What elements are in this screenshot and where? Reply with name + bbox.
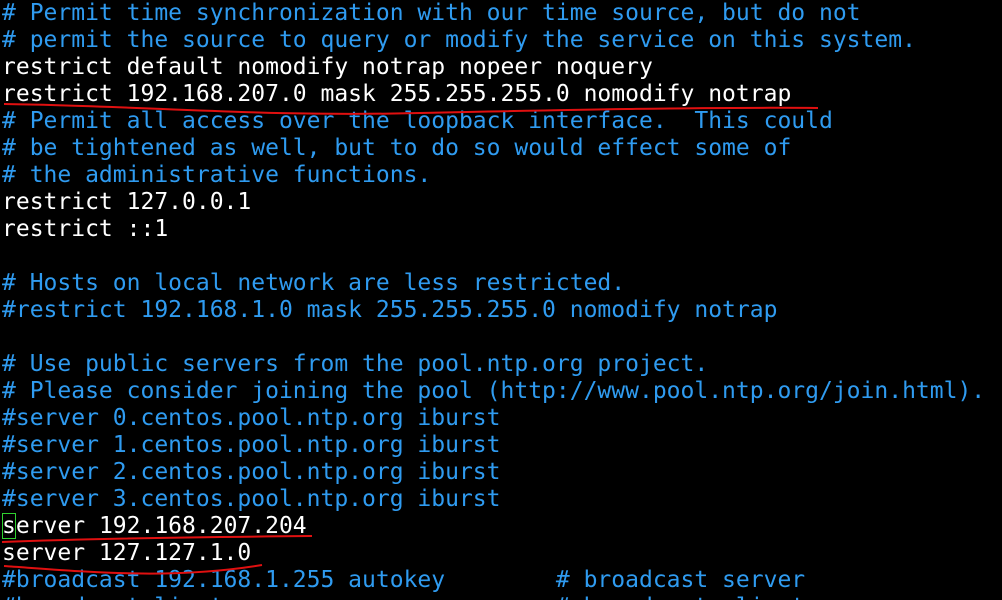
comment-line: #broadcast 192.168.1.255 autokey # broad… — [2, 567, 806, 593]
comment-line: #server 2.centos.pool.ntp.org iburst — [2, 459, 501, 485]
config-line: restrict default nomodify notrap nopeer … — [2, 54, 653, 80]
terminal-editor[interactable]: # Permit time synchronization with our t… — [0, 0, 1002, 600]
config-line: restrict 192.168.207.0 mask 255.255.255.… — [2, 81, 792, 107]
config-line: restrict 127.0.0.1 — [2, 189, 252, 215]
config-line: server 192.168.207.204 — [2, 513, 307, 540]
comment-line: # the administrative functions. — [2, 162, 432, 188]
text-cursor: s — [2, 513, 16, 539]
comment-line: # Permit all access over the loopback in… — [2, 108, 833, 134]
comment-line: #server 1.centos.pool.ntp.org iburst — [2, 432, 501, 458]
comment-line: # be tightened as well, but to do so wou… — [2, 135, 792, 161]
comment-line: #server 0.centos.pool.ntp.org iburst — [2, 405, 501, 431]
line-text: erver 192.168.207.204 — [15, 513, 307, 539]
comment-line: # Please consider joining the pool (http… — [2, 378, 986, 404]
comment-line: # Hosts on local network are less restri… — [2, 270, 626, 296]
comment-line: #restrict 192.168.1.0 mask 255.255.255.0… — [2, 297, 778, 323]
comment-line: # Use public servers from the pool.ntp.o… — [2, 351, 709, 377]
comment-line: # Permit time synchronization with our t… — [2, 0, 861, 26]
comment-line: # permit the source to query or modify t… — [2, 27, 916, 53]
config-line: restrict ::1 — [2, 216, 169, 242]
comment-line: #broadcastclient # broadcast client — [2, 594, 805, 600]
config-line: server 127.127.1.0 — [2, 540, 252, 566]
comment-line: #server 3.centos.pool.ntp.org iburst — [2, 486, 501, 512]
